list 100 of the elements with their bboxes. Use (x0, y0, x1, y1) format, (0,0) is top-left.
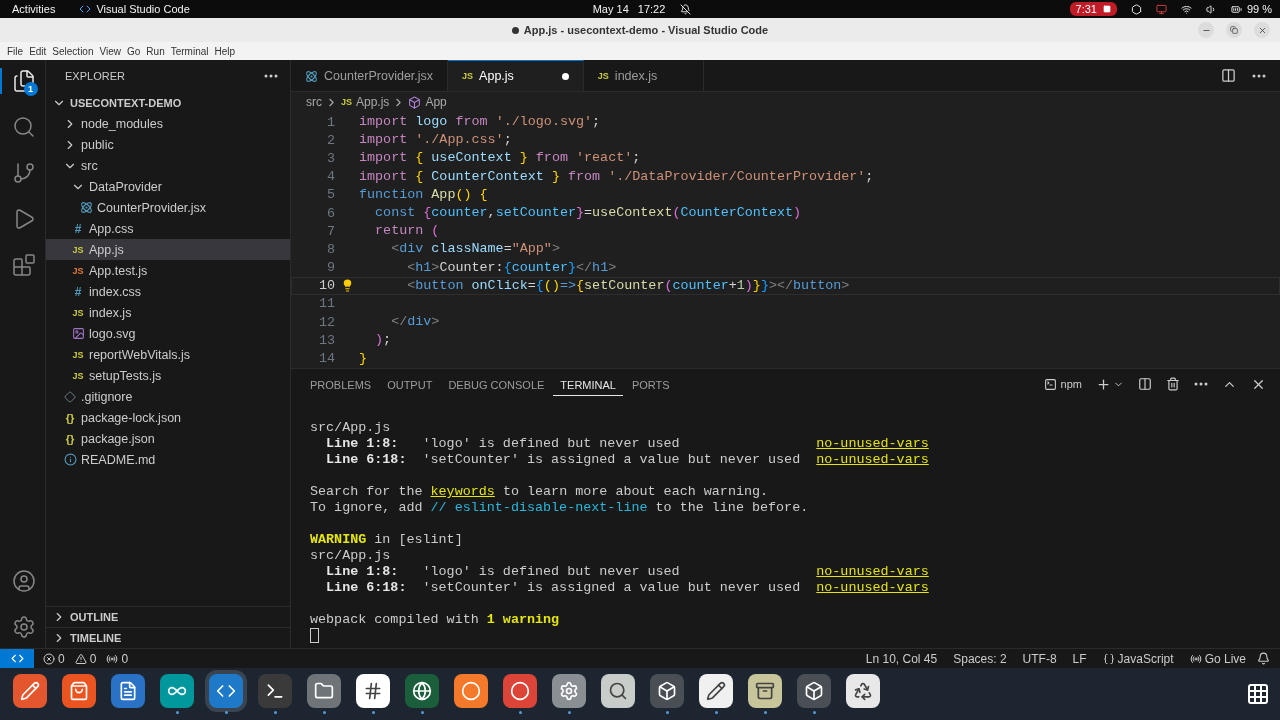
panel-tab[interactable]: OUTPUT (380, 372, 440, 396)
tree-entry[interactable]: JS App.js (46, 239, 290, 260)
panel-tab[interactable]: PORTS (624, 372, 677, 396)
split-icon (1138, 377, 1152, 391)
menu-item[interactable]: View (96, 45, 124, 57)
restore-button[interactable] (1226, 22, 1242, 38)
status-item[interactable]: Spaces: 2 (948, 651, 1012, 666)
language-mode[interactable]: JavaScript (1097, 651, 1179, 666)
breadcrumb[interactable]: src (306, 95, 322, 109)
clock[interactable]: May 14 17:22 (592, 3, 692, 15)
pencil-icon[interactable] (699, 674, 733, 708)
line-number: 5 (325, 187, 335, 203)
tree-entry[interactable]: CounterProvider.jsx (46, 197, 290, 218)
split-editor-button[interactable] (1221, 68, 1236, 83)
tree-entry[interactable]: JS reportWebVitals.js (46, 344, 290, 365)
terminal-icon[interactable] (258, 674, 292, 708)
document-icon[interactable] (111, 674, 145, 708)
breadcrumb[interactable]: JS App.js (341, 95, 390, 109)
section-header[interactable]: OUTLINE (46, 606, 290, 627)
tree-entry[interactable]: .gitignore (46, 386, 290, 407)
terminal-line: src/App.js (310, 548, 391, 564)
terminal-line: To ignore, add // eslint-disable-next-line to the line before. (310, 500, 809, 516)
tree-folder[interactable]: node_modules (46, 113, 290, 134)
breadcrumb[interactable]: App (408, 95, 447, 109)
more-button[interactable] (1252, 73, 1266, 78)
close-button[interactable] (1254, 22, 1270, 38)
tree-entry[interactable]: # index.css (46, 281, 290, 302)
tree-entry[interactable]: {} package.json (46, 428, 290, 449)
more-button[interactable] (1194, 382, 1208, 386)
battery-indicator[interactable]: 99 % (1230, 3, 1272, 15)
hexagon-icon[interactable] (1130, 3, 1142, 15)
menu-item[interactable]: Go (124, 45, 144, 57)
errors-indicator[interactable]: 0 (38, 651, 70, 666)
app-menu[interactable]: Visual Studio Code (79, 3, 190, 15)
magnifier-icon[interactable] (601, 674, 635, 708)
folder-icon[interactable] (307, 674, 341, 708)
status-item[interactable]: Ln 10, Col 45 (860, 651, 943, 666)
activities-button[interactable]: Activities (12, 3, 56, 15)
bag-icon[interactable] (62, 674, 96, 708)
monitor-icon[interactable] (1155, 3, 1167, 15)
warnings-indicator[interactable]: 0 (69, 651, 102, 666)
tree-entry[interactable]: JS App.test.js (46, 260, 290, 281)
recording-indicator[interactable]: 7:31 (1069, 2, 1117, 16)
gear-icon[interactable] (552, 674, 586, 708)
notifications-button[interactable] (1257, 652, 1270, 665)
infinity-icon[interactable] (160, 674, 194, 708)
code-line: <button onClick={()=>{setCounter(counter+1)}}></button> (406, 276, 850, 295)
tree-entry[interactable]: logo.svg (46, 323, 290, 344)
wifi-icon[interactable] (1180, 3, 1192, 15)
terminal-line: src/App.js (310, 420, 391, 436)
cube-icon[interactable] (797, 674, 831, 708)
editor-tab[interactable]: JS App.js (448, 60, 584, 91)
volume-icon[interactable] (1205, 3, 1217, 15)
cube-icon[interactable] (650, 674, 684, 708)
panel-tab[interactable]: PROBLEMS (303, 372, 379, 396)
app-grid-button[interactable] (1246, 682, 1270, 706)
code-line: ); (374, 331, 392, 350)
panel-tab[interactable]: DEBUG CONSOLE (441, 372, 552, 396)
globe-icon[interactable] (405, 674, 439, 708)
ports-indicator[interactable]: 0 (101, 651, 134, 666)
panel-tab[interactable]: TERMINAL (553, 372, 623, 396)
terminal-selector[interactable]: npm (1043, 377, 1082, 391)
tree-entry[interactable]: JS setupTests.js (46, 365, 290, 386)
status-item[interactable]: LF (1067, 651, 1092, 666)
split-terminal-button[interactable] (1138, 377, 1152, 391)
go-live-button[interactable]: Go Live (1184, 651, 1251, 666)
archive-icon[interactable] (748, 674, 782, 708)
activity-button[interactable]: 1 (0, 68, 46, 94)
menu-item[interactable]: Run (143, 45, 168, 57)
tree-entry[interactable]: # App.css (46, 218, 290, 239)
plus-icon (1096, 376, 1111, 392)
tree-entry[interactable]: {} package-lock.json (46, 407, 290, 428)
battery-icon (1230, 3, 1242, 15)
delete-terminal-button[interactable] (1166, 377, 1180, 391)
file-type-glyph: JS (72, 244, 84, 255)
tree-entry[interactable]: README.md (46, 449, 290, 470)
menu-item[interactable]: Selection (49, 45, 97, 57)
code-line: </div> (390, 313, 440, 332)
more-button[interactable] (264, 74, 278, 78)
tree-folder[interactable]: DataProvider (46, 176, 290, 197)
recycle-icon[interactable] (846, 674, 880, 708)
line-number: 14 (317, 351, 335, 367)
remote-button[interactable] (0, 648, 34, 669)
tree-folder[interactable]: src (46, 155, 290, 176)
menu-item[interactable]: File (4, 45, 27, 57)
line-number: 1 (325, 114, 335, 130)
tree-entry[interactable]: JS index.js (46, 302, 290, 323)
split-icon (1221, 68, 1236, 83)
project-header[interactable]: USECONTEXT-DEMO (46, 92, 290, 113)
line-number: 4 (325, 169, 335, 185)
file-type-glyph: JS (341, 97, 352, 107)
line-number: 6 (325, 205, 335, 221)
new-terminal-button[interactable] (1096, 376, 1111, 392)
menu-item[interactable]: Edit (26, 45, 50, 57)
menu-item[interactable]: Help (211, 45, 239, 57)
tree-folder[interactable]: public (46, 134, 290, 155)
pen-icon[interactable] (13, 674, 47, 708)
menu-item[interactable]: Terminal (167, 45, 212, 57)
hash-icon[interactable] (356, 674, 390, 708)
status-item[interactable]: UTF-8 (1017, 651, 1062, 666)
